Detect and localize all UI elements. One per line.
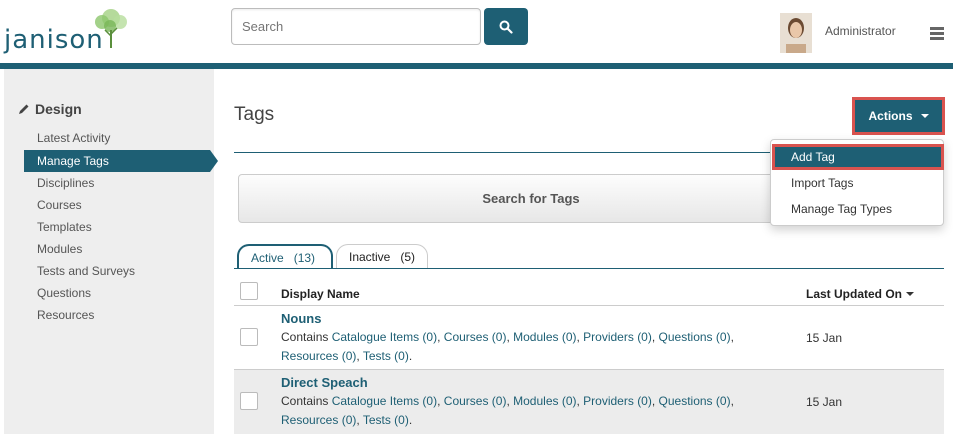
table-header-divider [234,305,944,306]
caret-down-icon [920,114,929,118]
link-tests[interactable]: Tests (0) [363,349,409,363]
link-providers[interactable]: Providers (0) [583,394,652,408]
row-date: 15 Jan [806,395,843,409]
sidebar-title-label: Design [35,101,82,117]
user-photo-icon [780,13,812,53]
sidebar-item-resources[interactable]: Resources [24,304,206,326]
row-name-link[interactable]: Direct Speach [281,375,368,390]
tree-icon [95,9,127,48]
link-resources[interactable]: Resources (0) [281,413,356,427]
link-resources[interactable]: Resources (0) [281,349,356,363]
link-courses[interactable]: Courses (0) [444,330,507,344]
link-courses[interactable]: Courses (0) [444,394,507,408]
sidebar: Design Latest Activity Manage Tags Disci… [4,69,218,434]
sidebar-item-tests-and-surveys[interactable]: Tests and Surveys [24,260,206,282]
page-title: Tags [234,104,275,125]
header: janison Administrator [0,0,953,63]
sidebar-item-templates[interactable]: Templates [24,216,206,238]
menu-item-manage-tag-types[interactable]: Manage Tag Types [791,202,892,216]
select-all-checkbox[interactable] [240,282,258,300]
sidebar-item-courses[interactable]: Courses [24,194,206,216]
row-description: Contains Catalogue Items (0), Courses (0… [281,330,734,363]
avatar[interactable] [780,13,812,53]
janison-logo[interactable]: janison [4,6,134,58]
tab-inactive-label: Inactive [349,250,391,264]
link-questions[interactable]: Questions (0) [659,330,731,344]
row-name-link[interactable]: Nouns [281,311,321,326]
sidebar-item-latest-activity[interactable]: Latest Activity [24,127,206,149]
search-icon [499,20,513,34]
link-catalogue-items[interactable]: Catalogue Items (0) [332,330,437,344]
menu-item-import-tags[interactable]: Import Tags [791,176,853,190]
link-providers[interactable]: Providers (0) [583,330,652,344]
link-tests[interactable]: Tests (0) [363,413,409,427]
menu-icon[interactable] [930,27,944,40]
tab-active-count: (13) [293,250,316,265]
last-updated-label: Last Updated On [806,287,903,301]
menu-item-add-tag[interactable]: Add Tag [772,144,944,170]
pencil-icon [19,104,29,114]
search-for-tags-label: Search for Tags [482,191,580,206]
sort-desc-icon [906,292,915,296]
actions-label: Actions [868,109,913,123]
search-button[interactable] [484,8,528,45]
tab-inactive[interactable]: Inactive (5) [336,244,428,269]
row-date: 15 Jan [806,331,843,345]
user-name[interactable]: Administrator [825,24,896,38]
link-questions[interactable]: Questions (0) [659,394,731,408]
row-checkbox[interactable] [240,392,258,410]
sidebar-item-manage-tags[interactable]: Manage Tags [24,150,218,172]
sidebar-item-disciplines[interactable]: Disciplines [24,172,206,194]
column-header-display-name[interactable]: Display Name [281,287,360,301]
contains-label: Contains [281,394,329,408]
search-input[interactable] [231,8,481,45]
link-modules[interactable]: Modules (0) [513,394,576,408]
link-catalogue-items[interactable]: Catalogue Items (0) [332,394,437,408]
sidebar-section-title: Design [18,101,82,117]
sidebar-item-questions[interactable]: Questions [24,282,206,304]
column-header-last-updated[interactable]: Last Updated On [806,287,915,301]
row-checkbox[interactable] [240,328,258,346]
actions-button[interactable]: Actions [852,97,945,135]
row-description: Contains Catalogue Items (0), Courses (0… [281,394,734,427]
sidebar-item-modules[interactable]: Modules [24,238,206,260]
actions-dropdown-menu: Add Tag Import Tags Manage Tag Types [770,139,944,226]
tab-active[interactable]: Active (13) [237,244,333,269]
tab-inactive-count: (5) [400,250,416,264]
tab-active-label: Active [251,250,284,265]
link-modules[interactable]: Modules (0) [513,330,576,344]
contains-label: Contains [281,330,329,344]
tabs-divider [234,268,944,269]
